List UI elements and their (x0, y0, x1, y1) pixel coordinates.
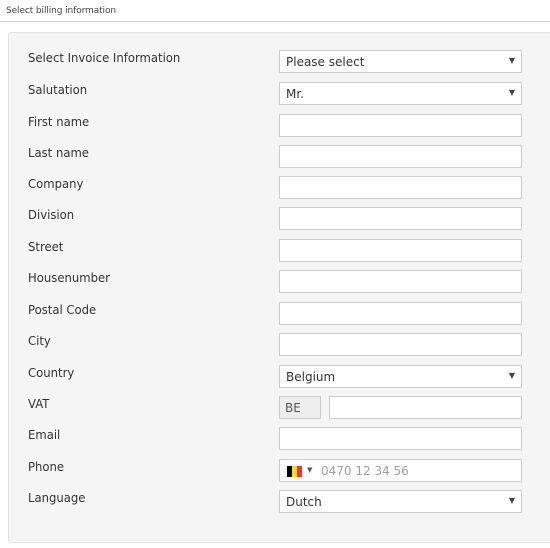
phone-input[interactable]: ▼ 0470 12 34 56 (279, 459, 522, 482)
last-name-input[interactable] (279, 145, 522, 168)
phone-label: Phone (28, 460, 65, 474)
caret-down-icon: ▼ (508, 56, 515, 65)
street-label: Street (28, 240, 64, 254)
housenumber-input[interactable] (279, 270, 522, 293)
first-name-input[interactable] (279, 114, 522, 137)
salutation-select[interactable]: Mr. ▼ (279, 82, 522, 105)
belgium-flag-icon[interactable] (287, 466, 302, 477)
city-input[interactable] (279, 333, 522, 356)
city-label: City (28, 334, 51, 348)
vat-number-input[interactable] (329, 396, 522, 419)
postal-code-label: Postal Code (28, 303, 97, 317)
language-label: Language (28, 491, 86, 505)
company-label: Company (28, 177, 84, 191)
invoice-select-value: Please select (286, 55, 365, 69)
vat-country-prefix: BE (279, 396, 321, 419)
email-label: Email (28, 428, 61, 442)
caret-down-icon: ▼ (508, 371, 515, 380)
country-select[interactable]: Belgium ▼ (279, 365, 522, 388)
language-select-value: Dutch (286, 495, 322, 509)
housenumber-label: Housenumber (28, 271, 110, 285)
postal-code-input[interactable] (279, 302, 522, 325)
caret-down-icon[interactable]: ▼ (307, 466, 312, 474)
language-select[interactable]: Dutch ▼ (279, 490, 522, 513)
vat-prefix-value: BE (285, 401, 301, 415)
salutation-select-value: Mr. (286, 87, 304, 101)
invoice-label: Select Invoice Information (28, 51, 181, 65)
flag-stripe-red (297, 466, 302, 477)
street-input[interactable] (279, 239, 522, 262)
invoice-select[interactable]: Please select ▼ (279, 50, 522, 73)
section-title: Select billing information (6, 6, 116, 16)
vat-label: VAT (28, 397, 50, 411)
phone-placeholder: 0470 12 34 56 (321, 464, 409, 478)
country-label: Country (28, 366, 75, 380)
division-label: Division (28, 208, 75, 222)
first-name-label: First name (28, 115, 90, 129)
section-header: Select billing information (0, 0, 550, 22)
last-name-label: Last name (28, 146, 89, 160)
company-input[interactable] (279, 176, 522, 199)
country-select-value: Belgium (286, 370, 336, 384)
caret-down-icon: ▼ (508, 496, 515, 505)
division-input[interactable] (279, 207, 522, 230)
salutation-label: Salutation (28, 83, 88, 97)
caret-down-icon: ▼ (508, 88, 515, 97)
email-input[interactable] (279, 427, 522, 450)
